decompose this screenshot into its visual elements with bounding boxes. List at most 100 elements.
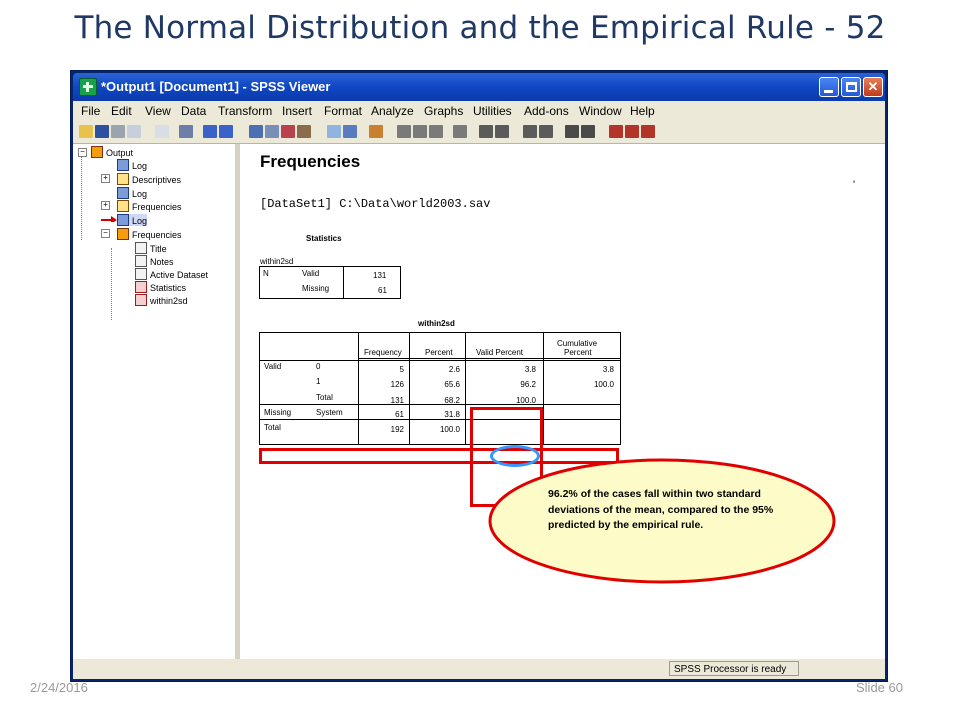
frequency-table[interactable]: Frequency Percent Valid Percent Cumulati… [259, 332, 621, 445]
variables-icon[interactable] [297, 125, 311, 138]
dataset-icon [135, 268, 147, 280]
insert-text-icon[interactable] [641, 125, 655, 138]
menu-utilities[interactable]: Utilities [473, 104, 512, 118]
minimize-button[interactable] [819, 77, 839, 97]
stats-valid-label: Valid [302, 269, 320, 278]
outline-node-within2sd[interactable]: within2sd [135, 294, 188, 306]
stats-missing-label: Missing [302, 284, 330, 293]
collapse-frequencies-toggle[interactable]: − [101, 229, 110, 238]
menu-graphs[interactable]: Graphs [424, 104, 463, 118]
menu-data[interactable]: Data [181, 104, 206, 118]
outline-node-statistics[interactable]: Statistics [135, 281, 186, 293]
row-group-valid: Valid [264, 362, 282, 371]
outline-node-notes[interactable]: Notes [135, 255, 174, 267]
insert-title-icon[interactable] [625, 125, 639, 138]
outline-node-log-selected[interactable]: Log [117, 214, 148, 226]
split-file-icon[interactable] [429, 125, 443, 138]
show-all-variables-icon[interactable] [343, 125, 357, 138]
expand-frequencies-toggle[interactable]: + [101, 201, 110, 210]
spss-viewer-window: *Output1 [Document1] - SPSS Viewer ✕ Fil… [70, 70, 888, 682]
recall-dialog-icon[interactable] [179, 125, 193, 138]
insert-heading-icon[interactable] [609, 125, 623, 138]
marker-tick: ' [853, 179, 856, 191]
demote-icon[interactable] [495, 125, 509, 138]
go-to-data-icon[interactable] [249, 125, 263, 138]
row-label: System [316, 408, 343, 417]
header-valid-percent: Valid Percent [476, 348, 523, 357]
print-preview-icon[interactable] [127, 125, 141, 138]
table-rule [260, 360, 620, 361]
use-sets-icon[interactable] [327, 125, 341, 138]
menu-analyze[interactable]: Analyze [371, 104, 414, 118]
show-icon[interactable] [565, 125, 579, 138]
collapse-icon[interactable] [539, 125, 553, 138]
outline-node-frequencies[interactable]: Frequencies [117, 228, 182, 240]
table-icon [135, 281, 147, 293]
outline-node-active-dataset[interactable]: Active Dataset [135, 268, 208, 280]
open-icon[interactable] [79, 125, 93, 138]
maximize-button[interactable] [841, 77, 861, 97]
hide-icon[interactable] [581, 125, 595, 138]
statistics-table[interactable]: N Valid 131 Missing 61 [259, 266, 401, 299]
outline-node-output[interactable]: Output [91, 146, 133, 158]
save-icon[interactable] [95, 125, 109, 138]
maximize-icon [846, 82, 857, 92]
table-rule [296, 267, 297, 298]
row-group-total: Total [264, 423, 281, 432]
book-icon [117, 173, 129, 185]
menu-help[interactable]: Help [630, 104, 655, 118]
table-rule [343, 267, 344, 298]
outline-node-log[interactable]: Log [117, 187, 147, 199]
go-to-case-icon[interactable] [265, 125, 279, 138]
table-icon [135, 294, 147, 306]
processor-status: SPSS Processor is ready [669, 661, 799, 676]
stats-missing-value: 61 [378, 286, 387, 295]
menu-transform[interactable]: Transform [218, 104, 272, 118]
menu-view[interactable]: View [145, 104, 171, 118]
menu-window[interactable]: Window [579, 104, 622, 118]
expand-descriptives-toggle[interactable]: + [101, 174, 110, 183]
menu-bar: File Edit View Data Transform Insert For… [73, 101, 885, 121]
go-to-variable-icon[interactable] [281, 125, 295, 138]
menu-format[interactable]: Format [324, 104, 362, 118]
insert-output-icon[interactable] [453, 125, 467, 138]
redo-icon[interactable] [219, 125, 233, 138]
output-icon [91, 146, 103, 158]
cell-frequency: 126 [390, 380, 404, 389]
row-label: 1 [316, 377, 321, 386]
value-labels-icon[interactable] [397, 125, 411, 138]
outline-node-title[interactable]: Title [135, 242, 167, 254]
outline-node-frequencies[interactable]: Frequencies [117, 200, 182, 212]
cell-percent: 31.8 [444, 410, 460, 419]
current-item-arrow-icon [101, 216, 117, 222]
log-icon [117, 159, 129, 171]
table-rule [358, 333, 359, 444]
tree-line [111, 248, 112, 320]
menu-add-ons[interactable]: Add-ons [524, 104, 569, 118]
title-bar[interactable]: *Output1 [Document1] - SPSS Viewer ✕ [73, 73, 885, 101]
menu-edit[interactable]: Edit [111, 104, 132, 118]
select-cases-icon[interactable] [369, 125, 383, 138]
expand-icon[interactable] [523, 125, 537, 138]
print-icon[interactable] [111, 125, 125, 138]
stats-n-label: N [263, 269, 269, 278]
book-open-icon [117, 228, 129, 240]
collapse-output-toggle[interactable]: − [78, 148, 87, 157]
outline-node-log[interactable]: Log [117, 159, 147, 171]
weight-cases-icon[interactable] [413, 125, 427, 138]
close-button[interactable]: ✕ [863, 77, 883, 97]
toolbar [73, 121, 885, 144]
outline-node-descriptives[interactable]: Descriptives [117, 173, 181, 185]
menu-file[interactable]: File [81, 104, 100, 118]
undo-icon[interactable] [203, 125, 217, 138]
cell-cumulative: 3.8 [602, 365, 614, 374]
log-icon [117, 187, 129, 199]
slide-title: The Normal Distribution and the Empirica… [74, 10, 886, 46]
dataset-line: [DataSet1] C:\Data\world2003.sav [260, 197, 491, 211]
output-content-pane: Frequencies ' [DataSet1] C:\Data\world20… [240, 144, 885, 659]
export-icon[interactable] [155, 125, 169, 138]
menu-insert[interactable]: Insert [282, 104, 312, 118]
cell-frequency: 5 [399, 365, 404, 374]
promote-icon[interactable] [479, 125, 493, 138]
table-rule [358, 358, 620, 359]
